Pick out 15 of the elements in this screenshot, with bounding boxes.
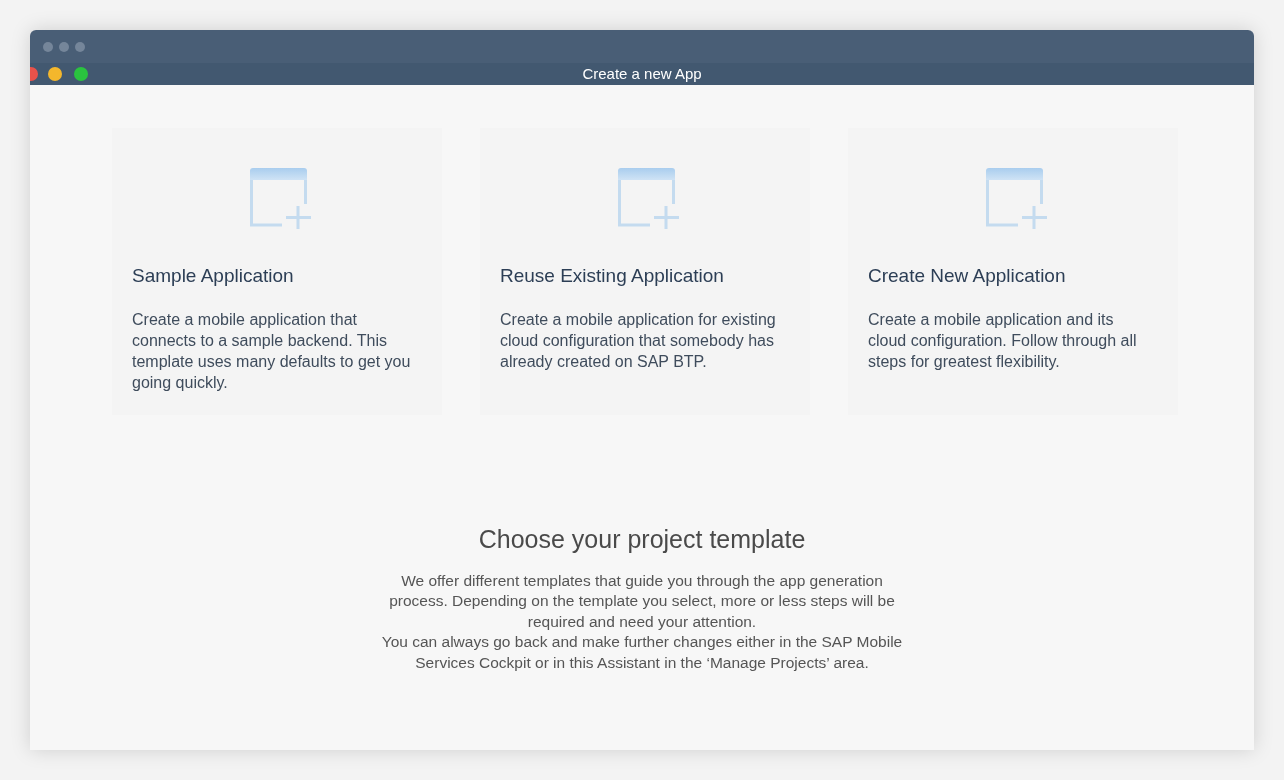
card-description: Create a mobile application for existing cloud configuration that somebody has already created on SAP BTP.	[500, 309, 777, 372]
card-title: Create New Application	[868, 264, 1067, 288]
card-description: Create a mobile application and its cloud configuration. Follow through all steps for greatest flexibility.	[868, 309, 1138, 372]
new-window-icon	[618, 168, 680, 230]
minimize-button[interactable]	[48, 67, 62, 81]
card-title: Reuse Existing Application	[500, 264, 725, 288]
new-window-icon	[986, 168, 1048, 230]
section-heading: Choose your project template	[478, 524, 806, 555]
description-paragraph: We offer different templates that guide you through the app generation process. Depending on the template you select, more or less steps will be required and need your attention.	[388, 570, 896, 632]
card-description: Create a mobile application that connects to a sample backend. This template uses many defaults to get you going quickly.	[132, 309, 412, 393]
description-paragraph: You can always go back and make further changes either in the SAP Mobile Services Cockpit or in this Assistant in the ‘Manage Projects’ area.	[380, 632, 904, 673]
window-title: Create a new App	[582, 63, 702, 84]
new-window-icon	[250, 168, 312, 230]
maximize-button[interactable]	[74, 67, 88, 81]
card-title: Sample Application	[132, 264, 295, 288]
